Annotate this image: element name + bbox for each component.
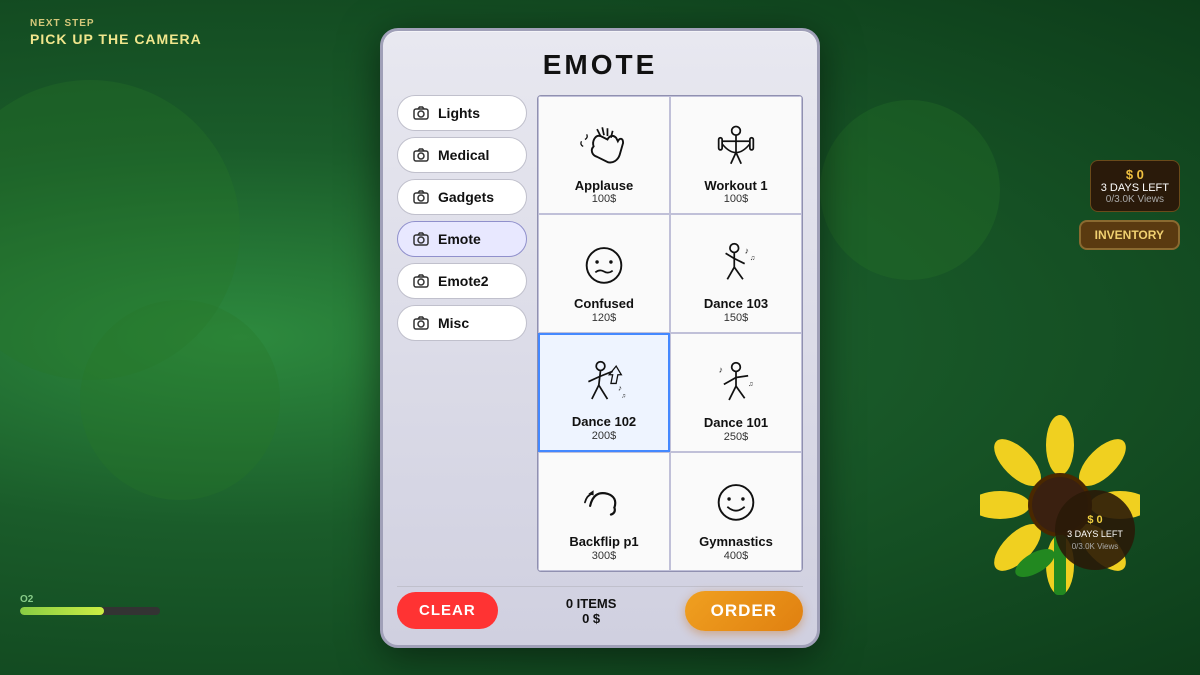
nav-list: Lights Medical Gadgets Emote: [397, 95, 527, 572]
svg-text:♫: ♫: [748, 381, 753, 388]
panel-title: EMOTE: [397, 49, 803, 81]
dance101-price: 250$: [724, 431, 748, 443]
blob-2: [80, 300, 280, 500]
svg-text:♫: ♫: [750, 255, 755, 262]
dance102-icon: ♪ ♫: [574, 355, 634, 410]
nav-label-misc: Misc: [438, 315, 469, 331]
svg-text:♪: ♪: [618, 383, 622, 392]
gymnastics-icon: [706, 475, 766, 530]
inventory-button[interactable]: INVENTORY: [1079, 220, 1180, 250]
nav-label-emote: Emote: [438, 231, 481, 247]
applause-icon: [574, 119, 634, 174]
nav-item-emote2[interactable]: Emote2: [397, 263, 527, 299]
camera-icon-emote2: [412, 272, 430, 290]
money-panel: $ 0 3 DAYS LEFT 0/3.0K Views: [1090, 160, 1180, 212]
applause-name: Applause: [575, 178, 634, 194]
applause-price: 100$: [592, 193, 616, 205]
dance102-price: 200$: [592, 430, 616, 442]
backflip-price: 300$: [592, 550, 616, 562]
dance103-price: 150$: [724, 312, 748, 324]
dance101-icon: ♪ ♫: [706, 356, 766, 411]
confused-price: 120$: [592, 312, 616, 324]
svg-text:$ 0: $ 0: [1087, 514, 1102, 526]
camera-icon-emote: [412, 230, 430, 248]
order-button[interactable]: ORDER: [685, 591, 803, 631]
items-count: 0 ITEMS: [566, 596, 617, 611]
nav-label-emote2: Emote2: [438, 273, 489, 289]
backflip-name: Backflip p1: [569, 534, 638, 550]
bottom-bar: CLEAR 0 ITEMS 0 $ ORDER: [397, 586, 803, 631]
views: 0/3.0K Views: [1101, 194, 1169, 205]
grid-item-dance101[interactable]: ♪ ♫ Dance 101 250$: [670, 333, 802, 452]
items-grid: Applause 100$: [537, 95, 803, 572]
nav-item-lights[interactable]: Lights: [397, 95, 527, 131]
days-left: 3 DAYS LEFT: [1101, 182, 1169, 194]
dance103-icon: ♪ ♫: [706, 237, 766, 292]
gymnastics-name: Gymnastics: [699, 534, 773, 550]
nav-item-medical[interactable]: Medical: [397, 137, 527, 173]
right-hud: $ 0 3 DAYS LEFT 0/3.0K Views INVENTORY: [1079, 160, 1180, 250]
camera-icon-misc: [412, 314, 430, 332]
svg-text:♪: ♪: [719, 364, 723, 374]
order-summary: 0 ITEMS 0 $: [566, 596, 617, 626]
svg-text:0/3.0K Views: 0/3.0K Views: [1072, 542, 1119, 551]
hud-top: NEXT STEP PICK UP THE CAMERA: [30, 18, 202, 47]
camera-icon-gadgets: [412, 188, 430, 206]
grid-item-gymnastics[interactable]: Gymnastics 400$: [670, 452, 802, 571]
sunflower: $ 0 3 DAYS LEFT 0/3.0K Views: [980, 415, 1140, 595]
nav-label-lights: Lights: [438, 105, 480, 121]
dance101-name: Dance 101: [704, 415, 768, 431]
next-step-text: PICK UP THE CAMERA: [30, 31, 202, 47]
svg-text:3 DAYS LEFT: 3 DAYS LEFT: [1067, 529, 1123, 539]
grid-item-applause[interactable]: Applause 100$: [538, 96, 670, 215]
grid-item-dance102[interactable]: ♪ ♫ Dance 102 200$: [538, 333, 670, 452]
grid-item-backflip[interactable]: Backflip p1 300$: [538, 452, 670, 571]
nav-label-medical: Medical: [438, 147, 489, 163]
workout1-price: 100$: [724, 193, 748, 205]
vending-panel: EMOTE Lights Medical Gadgets: [380, 28, 820, 648]
o2-bar: O2: [20, 594, 160, 615]
camera-icon-lights: [412, 104, 430, 122]
o2-track: [20, 607, 160, 615]
nav-label-gadgets: Gadgets: [438, 189, 494, 205]
money-amount: $ 0: [1101, 167, 1169, 182]
svg-text:♪: ♪: [745, 245, 749, 255]
next-step-label: NEXT STEP: [30, 18, 202, 29]
confused-name: Confused: [574, 296, 634, 312]
dance102-name: Dance 102: [572, 414, 636, 430]
blob-3: [820, 100, 1000, 280]
panel-content: Lights Medical Gadgets Emote: [397, 95, 803, 572]
grid-item-confused[interactable]: Confused 120$: [538, 214, 670, 333]
clear-button[interactable]: CLEAR: [397, 592, 498, 629]
gymnastics-price: 400$: [724, 550, 748, 562]
grid-item-workout1[interactable]: Workout 1 100$: [670, 96, 802, 215]
workout1-name: Workout 1: [704, 178, 767, 194]
camera-icon-medical: [412, 146, 430, 164]
confused-icon: [574, 237, 634, 292]
dance103-name: Dance 103: [704, 296, 768, 312]
nav-item-gadgets[interactable]: Gadgets: [397, 179, 527, 215]
o2-label: O2: [20, 594, 160, 605]
svg-text:♫: ♫: [621, 393, 626, 399]
items-total: 0 $: [582, 611, 600, 626]
o2-fill: [20, 607, 104, 615]
nav-item-misc[interactable]: Misc: [397, 305, 527, 341]
grid-item-dance103[interactable]: ♪ ♫ Dance 103 150$: [670, 214, 802, 333]
backflip-icon: [574, 475, 634, 530]
nav-item-emote[interactable]: Emote: [397, 221, 527, 257]
workout1-icon: [706, 119, 766, 174]
